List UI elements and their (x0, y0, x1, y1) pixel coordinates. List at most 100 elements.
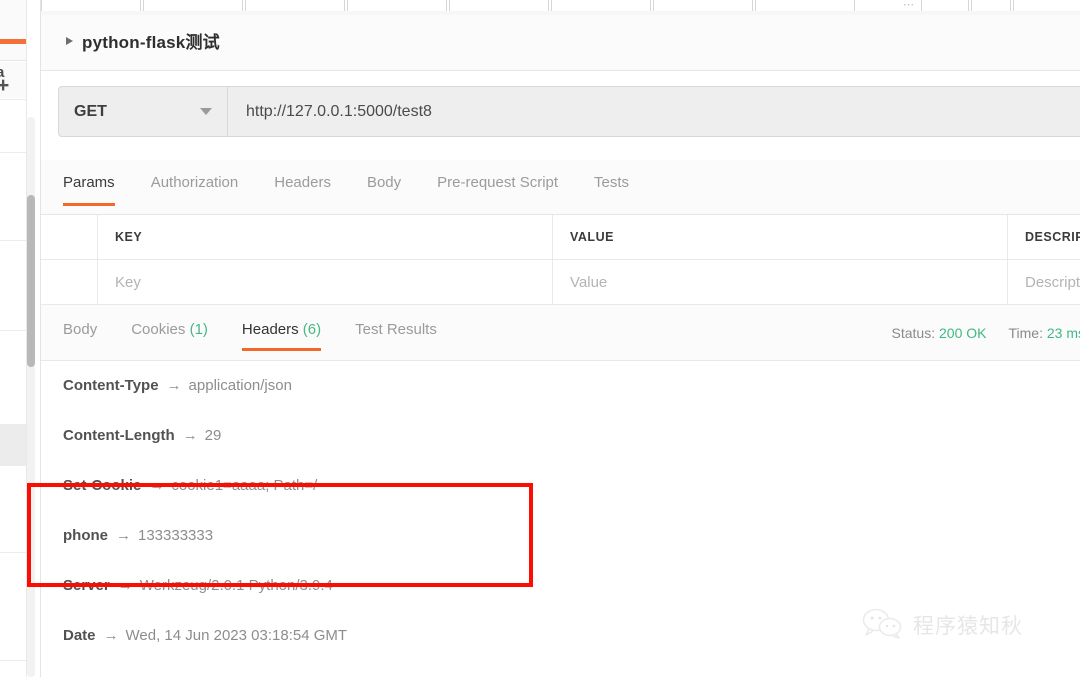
open-tab[interactable] (449, 0, 549, 11)
header-value: 133333333 (138, 526, 214, 544)
params-table: KEY VALUE DESCRIPTION Key Value Descr (41, 215, 1080, 305)
tab-label: Pre-request Script (437, 174, 559, 191)
response-meta: Status: 200 OK Time: 23 ms (892, 325, 1080, 341)
value-input[interactable]: Value (553, 260, 1008, 304)
status-block: Status: 200 OK (892, 325, 987, 341)
tab-label: Authorization (150, 174, 239, 191)
header-row: Set-Cookie → cookie1=aaaa; Path=/ (41, 460, 1080, 510)
arrow-right-icon: → (116, 526, 131, 544)
arrow-right-icon: → (149, 476, 165, 494)
sidebar-header (0, 0, 26, 61)
arrow-right-icon: → (117, 576, 133, 594)
watermark: 程序猿知秋 (862, 604, 1058, 646)
new-item-plus-icon[interactable]: + (0, 75, 9, 96)
request-panel: ⋯ python-flask测试 GET http://127.0.0.1:50… (40, 0, 1080, 677)
description-input[interactable]: Description (1008, 260, 1080, 304)
tab-label: Tests (594, 174, 630, 191)
tab-params[interactable]: Params (63, 174, 133, 206)
request-bar: GET http://127.0.0.1:5000/test8 (41, 71, 1080, 143)
table-row[interactable]: Key Value Description (41, 260, 1080, 305)
sidebar-scrollbar-thumb[interactable] (27, 195, 35, 367)
request-tabs: Params Authorization Headers Body Pre-re… (41, 160, 1080, 215)
tab-label: Body (366, 174, 402, 191)
tab-body[interactable]: Body (349, 174, 419, 191)
header-value: application/json (188, 376, 292, 394)
open-tab[interactable] (653, 0, 753, 11)
tab-headers[interactable]: Headers (256, 174, 349, 191)
open-tab[interactable] (971, 0, 1011, 11)
sidebar-accent-bar (0, 39, 26, 44)
postman-window: a + ⋯ (0, 0, 1080, 677)
response-tab-bar: Body Cookies (1) Headers (6) Test Result… (41, 305, 1080, 361)
time-block: Time: 23 ms (1009, 325, 1080, 341)
tab-overflow-icon[interactable]: ⋯ (903, 0, 915, 11)
header-value: Wed, 14 Jun 2023 03:18:54 GMT (125, 626, 348, 644)
sidebar-divider (0, 152, 26, 153)
open-tab[interactable] (1013, 0, 1080, 11)
tab-authorization[interactable]: Authorization (133, 174, 257, 191)
open-tab[interactable] (143, 0, 243, 11)
tab-label: Params (63, 174, 115, 191)
tab-label: Body (63, 321, 98, 338)
header-key: Date (63, 626, 96, 644)
open-tab[interactable] (41, 0, 141, 11)
status-label: Status: (891, 325, 936, 341)
header-key: Content-Type (63, 376, 159, 394)
arrow-right-icon: → (103, 626, 119, 644)
sidebar-partial: a + (0, 0, 27, 677)
triangle-right-icon[interactable] (66, 36, 73, 45)
description-placeholder: Description (1025, 273, 1080, 291)
headers-count: (6) (302, 321, 322, 338)
sidebar-divider (0, 99, 26, 100)
response-tab-body[interactable]: Body (63, 321, 114, 338)
url-text: http://127.0.0.1:5000/test8 (246, 102, 432, 120)
open-tab[interactable] (551, 0, 651, 11)
header-value: Werkzeug/2.0.1 Python/3.9.4 (139, 576, 333, 594)
sidebar-item-selected[interactable] (0, 424, 26, 466)
header-row: Content-Length → 29 (41, 410, 1080, 460)
active-tab-underline (63, 203, 115, 206)
header-row: Server → Werkzeug/2.0.1 Python/3.9.4 (41, 560, 1080, 610)
open-tab[interactable] (921, 0, 969, 11)
column-label: DESCRIPTION (1025, 230, 1080, 244)
response-tab-test-results[interactable]: Test Results (338, 321, 454, 338)
sidebar-divider (0, 660, 26, 661)
column-header-description: DESCRIPTION (1008, 215, 1080, 259)
method-label: GET (74, 102, 107, 120)
tab-label: Headers (274, 174, 331, 191)
open-tab[interactable] (245, 0, 345, 11)
tab-pre-request-script[interactable]: Pre-request Script (419, 174, 576, 191)
header-row: Content-Type → application/json (41, 360, 1080, 410)
response-tab-headers[interactable]: Headers (6) (225, 321, 338, 351)
sidebar-divider (0, 330, 26, 331)
key-input[interactable]: Key (98, 260, 553, 304)
column-label: VALUE (570, 230, 614, 244)
tab-tests[interactable]: Tests (576, 174, 647, 191)
breadcrumb[interactable]: python-flask测试 (66, 28, 220, 53)
key-placeholder: Key (115, 273, 141, 291)
time-label: Time: (1008, 325, 1043, 341)
select-all-cell[interactable] (41, 215, 98, 259)
url-input[interactable]: http://127.0.0.1:5000/test8 (228, 86, 1080, 137)
breadcrumb-bar: python-flask测试 (41, 15, 1080, 71)
open-tab[interactable] (347, 0, 447, 11)
status-value: 200 OK (939, 325, 987, 341)
tab-label: Test Results (355, 321, 437, 338)
wechat-icon (862, 607, 904, 644)
column-header-key: KEY (98, 215, 553, 259)
header-row: phone → 133333333 (41, 510, 1080, 560)
arrow-right-icon: → (166, 376, 182, 394)
response-tab-cookies[interactable]: Cookies (1) (114, 321, 225, 338)
column-label: KEY (115, 230, 143, 244)
header-value: cookie1=aaaa; Path=/ (171, 476, 318, 494)
method-select[interactable]: GET (58, 86, 228, 137)
tab-label: Headers (241, 321, 299, 338)
row-checkbox-cell[interactable] (41, 260, 98, 304)
chevron-down-icon[interactable] (200, 108, 212, 115)
breadcrumb-label: python-flask测试 (82, 33, 220, 52)
params-table-header: KEY VALUE DESCRIPTION (41, 215, 1080, 260)
sidebar-divider (0, 240, 26, 241)
header-key: Content-Length (63, 426, 175, 444)
open-tab[interactable] (755, 0, 855, 11)
active-tab-underline (241, 348, 322, 351)
